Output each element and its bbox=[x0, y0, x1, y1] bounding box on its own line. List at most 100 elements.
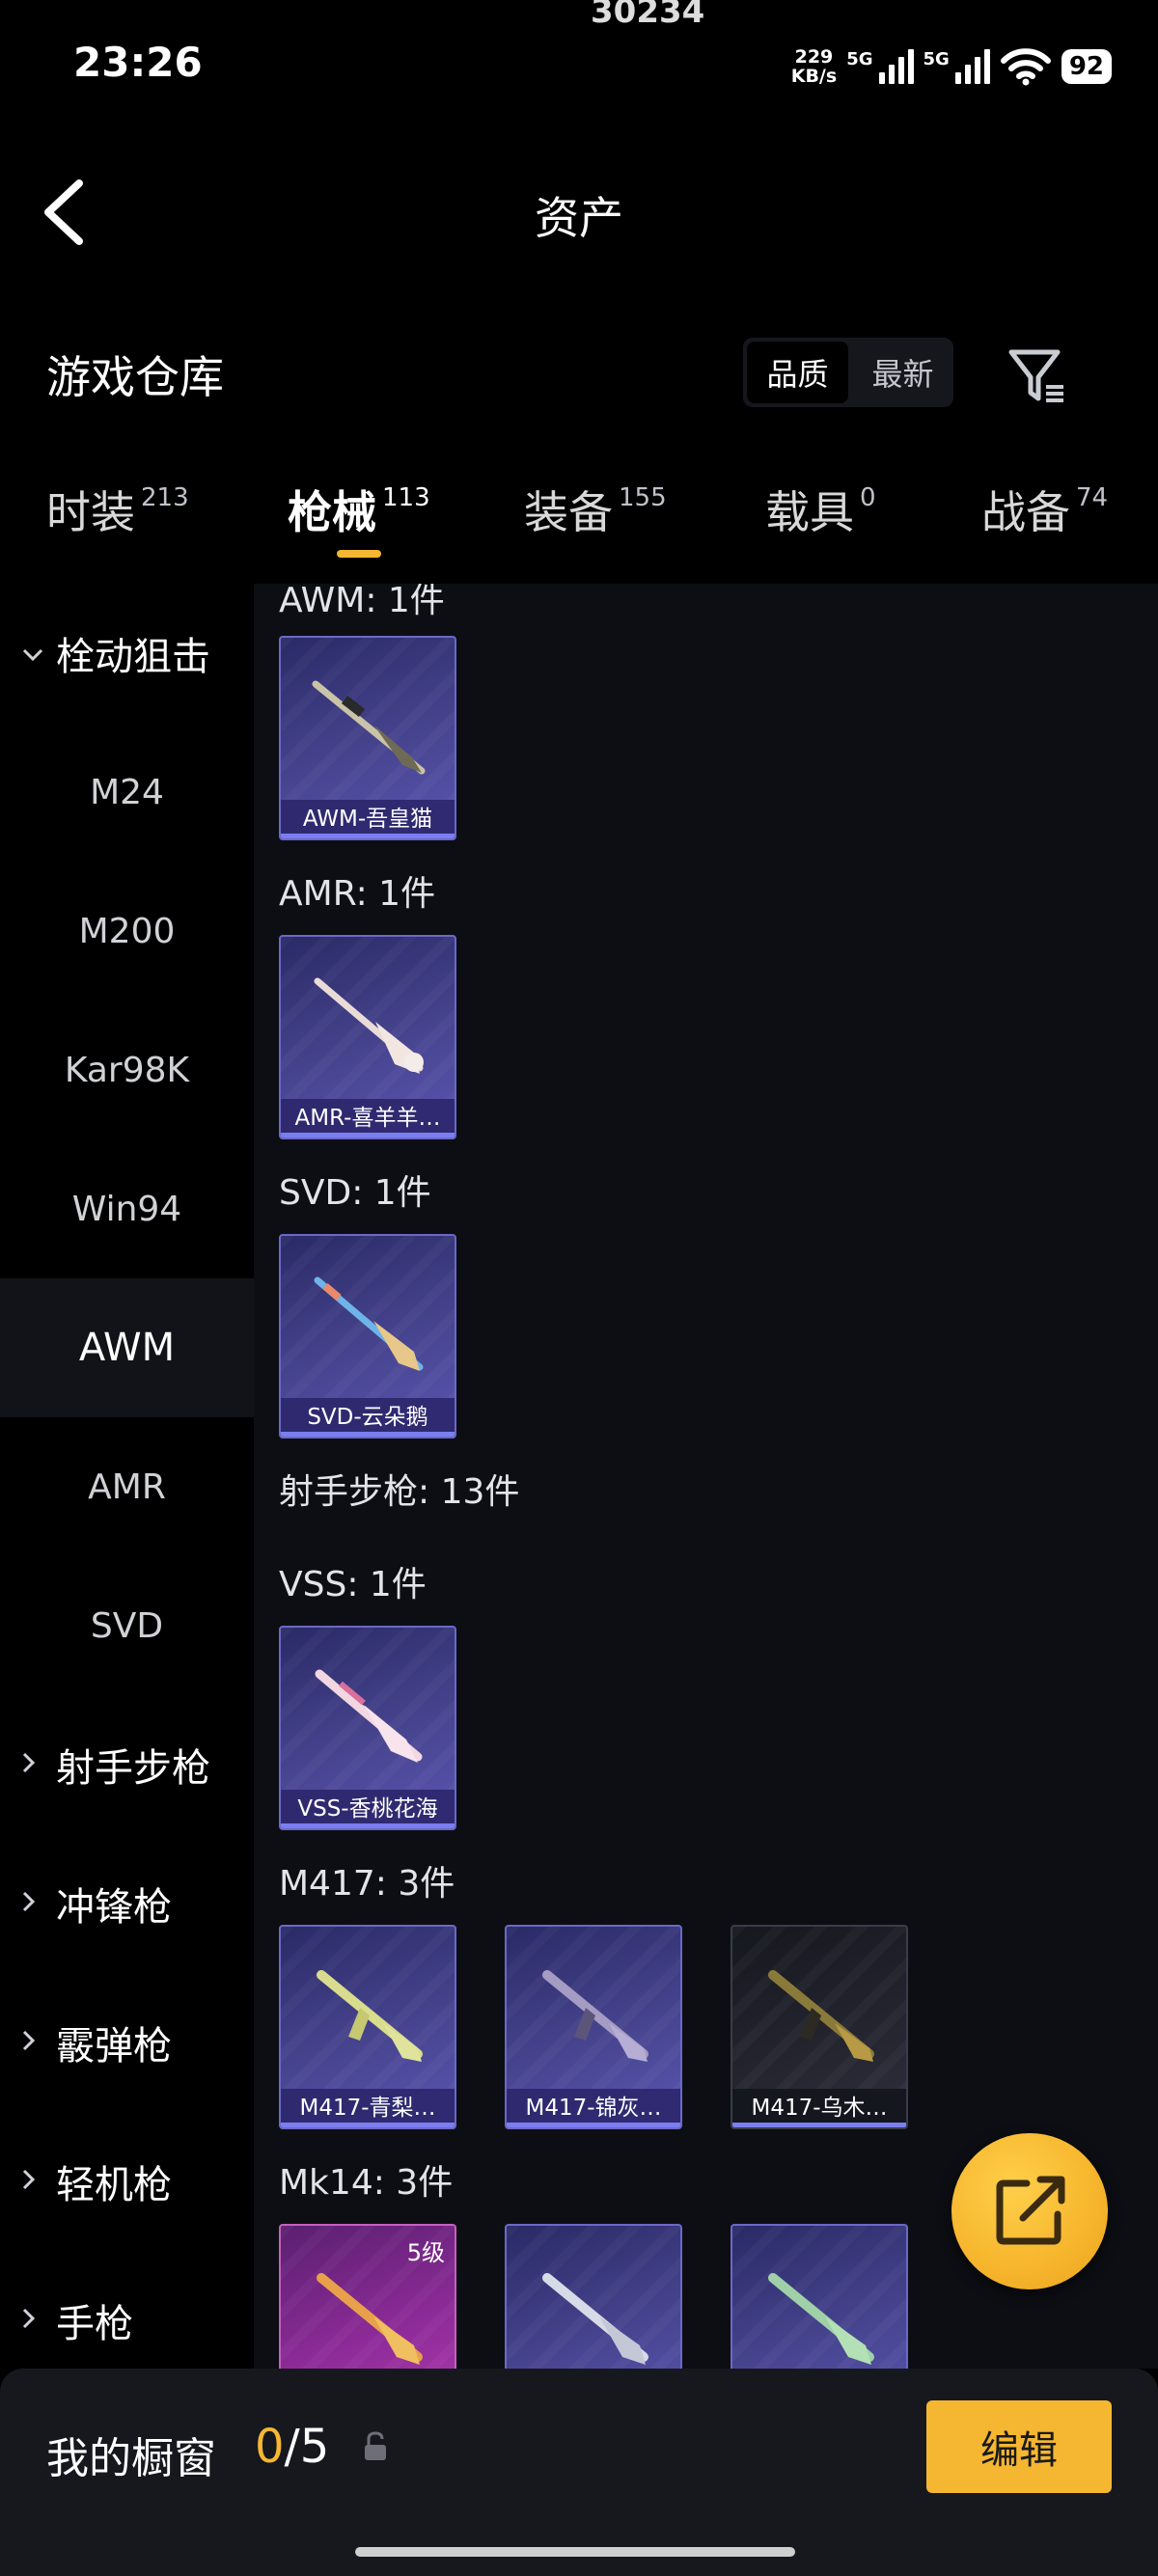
status-top-text: 30234 bbox=[591, 0, 705, 31]
item-card[interactable]: AMR-喜羊羊… bbox=[279, 935, 456, 1139]
tab-label: 枪械 bbox=[288, 486, 376, 538]
tab-count: 213 bbox=[141, 483, 189, 512]
net-speed-value: 229 bbox=[794, 46, 834, 68]
sniper-rifle-icon bbox=[314, 977, 424, 1074]
net-speed-unit: KB/s bbox=[790, 66, 838, 87]
home-indicator[interactable] bbox=[355, 2547, 795, 2557]
sidebar-category-label: 手枪 bbox=[56, 2302, 133, 2346]
item-card[interactable]: 5级 bbox=[279, 2224, 456, 2369]
item-card[interactable]: M417-锦灰… bbox=[505, 1925, 682, 2129]
rifle-icon bbox=[768, 1970, 874, 2062]
item-list[interactable]: AWM: 1件 AWM-吾皇猫 AMR: 1件 AMR-喜羊羊… SVD: 1件… bbox=[254, 584, 1158, 2369]
item-card[interactable] bbox=[731, 2224, 908, 2369]
sniper-rifle-icon bbox=[312, 680, 426, 775]
section-title: 游戏仓库 bbox=[46, 351, 224, 403]
sidebar-category-label: 射手步枪 bbox=[56, 1746, 210, 1791]
group-header: SVD: 1件 bbox=[279, 1173, 431, 1213]
item-name: AWM-吾皇猫 bbox=[281, 800, 455, 838]
sidebar-category-shotgun[interactable]: 霰弹枪 bbox=[0, 1973, 254, 2112]
signal-icon-2: 5G bbox=[924, 49, 990, 84]
item-name: M417-乌木… bbox=[732, 2089, 906, 2127]
tab-count: 113 bbox=[382, 483, 430, 512]
tab-count: 74 bbox=[1076, 483, 1109, 512]
sidebar-category-label: 冲锋枪 bbox=[56, 1885, 172, 1930]
sidebar-category-lmg[interactable]: 轻机枪 bbox=[0, 2112, 254, 2251]
showcase-separator: / bbox=[284, 2420, 300, 2474]
showcase-total: 5 bbox=[299, 2420, 330, 2474]
item-name: VSS-香桃花海 bbox=[281, 1790, 455, 1828]
chevron-right-icon bbox=[21, 1887, 46, 1921]
lock-icon bbox=[365, 2431, 386, 2460]
item-card[interactable]: AWM-吾皇猫 bbox=[279, 636, 456, 840]
share-button[interactable] bbox=[951, 2133, 1108, 2289]
chevron-right-icon bbox=[21, 1748, 46, 1782]
sidebar-item-svd[interactable]: SVD bbox=[0, 1556, 254, 1695]
sidebar-item-kar98k[interactable]: Kar98K bbox=[0, 1000, 254, 1139]
sidebar-category-label: 轻机枪 bbox=[56, 2163, 172, 2207]
sniper-rifle-icon bbox=[314, 1276, 424, 1371]
sidebar: 栓动狙击 M24 M200 Kar98K Win94 AWM AMR SVD 射… bbox=[0, 584, 254, 2369]
tab-fashion[interactable]: 时装 213 bbox=[46, 478, 189, 541]
showcase-current: 0 bbox=[255, 2420, 285, 2474]
group-header: VSS: 1件 bbox=[279, 1565, 427, 1604]
tab-count: 0 bbox=[860, 483, 876, 512]
chevron-right-icon bbox=[21, 2026, 46, 2060]
rifle-icon bbox=[542, 1970, 648, 2062]
status-time: 23:26 bbox=[73, 39, 203, 86]
tab-label: 载具 bbox=[765, 486, 854, 538]
tab-equipment[interactable]: 装备 155 bbox=[524, 478, 667, 541]
item-name: M417-锦灰… bbox=[507, 2089, 680, 2127]
share-icon bbox=[996, 2176, 1065, 2245]
rifle-icon bbox=[768, 2273, 874, 2365]
net-speed: 229 KB/s bbox=[791, 47, 837, 86]
item-card[interactable] bbox=[505, 2224, 682, 2369]
sidebar-category-bolt-sniper[interactable]: 栓动狙击 bbox=[0, 584, 254, 723]
item-card[interactable]: M417-青梨… bbox=[279, 1925, 456, 2129]
tab-count: 155 bbox=[619, 483, 667, 512]
item-name: AMR-喜羊羊… bbox=[281, 1099, 455, 1137]
page-title: 资产 bbox=[535, 192, 623, 244]
sort-quality[interactable]: 品质 bbox=[747, 342, 848, 403]
signal-icon: 5G bbox=[846, 49, 914, 84]
rifle-icon bbox=[317, 1970, 423, 2062]
tab-label: 装备 bbox=[524, 486, 613, 538]
chevron-right-icon bbox=[21, 2165, 46, 2199]
category-header: 射手步枪: 13件 bbox=[279, 1472, 520, 1512]
rifle-icon bbox=[315, 1669, 423, 1763]
group-header: AWM: 1件 bbox=[279, 584, 445, 620]
sidebar-item-amr[interactable]: AMR bbox=[0, 1417, 254, 1556]
sidebar-category-smg[interactable]: 冲锋枪 bbox=[0, 1834, 254, 1973]
sidebar-category-dmr[interactable]: 射手步枪 bbox=[0, 1695, 254, 1834]
item-card[interactable]: M417-乌木… bbox=[731, 1925, 908, 2129]
item-card[interactable]: VSS-香桃花海 bbox=[279, 1626, 456, 1830]
chevron-right-icon bbox=[21, 2304, 46, 2338]
group-header: Mk14: 3件 bbox=[279, 2163, 454, 2203]
sidebar-item-awm[interactable]: AWM bbox=[0, 1278, 254, 1417]
sidebar-item-m24[interactable]: M24 bbox=[0, 723, 254, 862]
sidebar-category-label: 霰弹枪 bbox=[56, 2024, 172, 2069]
wifi-icon bbox=[1000, 48, 1051, 86]
battery-indicator: 92 bbox=[1061, 49, 1112, 84]
tab-guns[interactable]: 枪械 113 bbox=[288, 478, 430, 541]
chevron-down-icon bbox=[21, 637, 46, 671]
status-icons: 229 KB/s 5G 5G 92 bbox=[791, 42, 1112, 91]
rifle-icon bbox=[317, 2273, 423, 2365]
signal-label-2: 5G bbox=[923, 49, 950, 69]
filter-icon bbox=[1008, 349, 1063, 402]
group-header: M417: 3件 bbox=[279, 1864, 455, 1904]
active-tab-indicator bbox=[337, 550, 381, 558]
item-name: M417-青梨… bbox=[281, 2089, 455, 2127]
edit-button[interactable]: 编辑 bbox=[926, 2400, 1112, 2493]
sidebar-item-win94[interactable]: Win94 bbox=[0, 1139, 254, 1278]
tab-supplies[interactable]: 战备 74 bbox=[981, 478, 1108, 541]
tab-label: 时装 bbox=[46, 486, 135, 538]
rifle-icon bbox=[542, 2273, 648, 2365]
showcase-count: 0/5 bbox=[255, 2420, 329, 2474]
sort-newest[interactable]: 最新 bbox=[852, 338, 953, 407]
tab-vehicles[interactable]: 载具 0 bbox=[765, 478, 876, 541]
item-card[interactable]: SVD-云朵鹅 bbox=[279, 1234, 456, 1439]
sidebar-item-m200[interactable]: M200 bbox=[0, 862, 254, 1000]
showcase-label: 我的橱窗 bbox=[46, 2434, 216, 2483]
group-header: AMR: 1件 bbox=[279, 874, 436, 914]
filter-button[interactable] bbox=[1004, 343, 1071, 410]
